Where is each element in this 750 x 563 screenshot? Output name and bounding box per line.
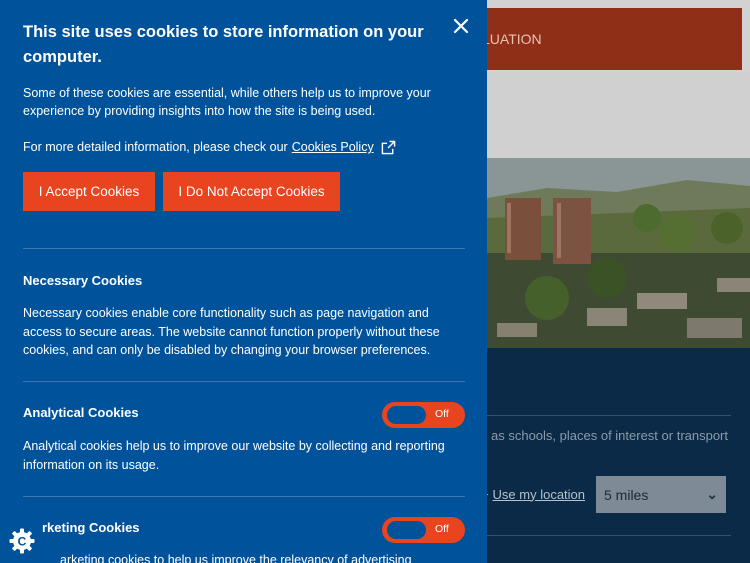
necessary-cookies-description: Necessary cookies enable core functional… [23, 306, 440, 357]
marketing-cookies-description: arketing cookies to help us improve the … [60, 553, 412, 563]
cookie-panel-title: This site uses cookies to store informat… [23, 23, 424, 66]
cookie-consent-panel: This site uses cookies to store informat… [0, 0, 487, 563]
use-location-link[interactable]: ▸ Use my location [482, 486, 585, 502]
necessary-cookies-title: Necessary Cookies [23, 273, 143, 288]
svg-text:C: C [18, 535, 27, 549]
toggle-knob [387, 406, 426, 424]
search-hint-text: as schools, places of interest or transp… [491, 428, 729, 443]
valuation-button[interactable]: LUATION [470, 8, 742, 70]
close-button[interactable] [449, 14, 473, 38]
section-divider [23, 496, 465, 497]
radius-select[interactable]: 5 miles ⌄ [596, 476, 726, 513]
cookie-intro-text: Some of these cookies are essential, whi… [23, 86, 431, 118]
external-link-icon [381, 140, 395, 154]
use-location-label: Use my location [492, 486, 586, 502]
cookie-gear-icon: C [9, 528, 35, 554]
section-divider [23, 248, 465, 249]
toggle-knob [387, 521, 426, 539]
section-divider [23, 381, 465, 382]
marketing-cookies-toggle[interactable]: Off [382, 517, 465, 543]
town-photo [487, 158, 750, 348]
analytical-cookies-toggle[interactable]: Off [382, 402, 465, 428]
close-icon [453, 18, 469, 34]
toggle-state-label: Off [435, 408, 449, 420]
toggle-state-label: Off [435, 523, 449, 535]
accept-cookies-button[interactable]: I Accept Cookies [23, 172, 155, 211]
radius-select-value: 5 miles [604, 486, 649, 503]
chevron-down-icon: ⌄ [706, 486, 718, 502]
marketing-cookies-title: rketing Cookies [42, 520, 140, 535]
policy-prefix-text: For more detailed information, please ch… [23, 140, 288, 154]
cookie-policy-line: For more detailed information, please ch… [23, 138, 396, 156]
analytical-cookies-description: Analytical cookies help us to improve ou… [23, 439, 445, 472]
cookie-settings-button[interactable]: C [7, 526, 37, 556]
cookies-policy-link[interactable]: Cookies Policy [292, 138, 374, 156]
valuation-label: LUATION [482, 31, 542, 47]
background-divider [487, 415, 731, 416]
background-divider [487, 535, 731, 536]
reject-cookies-button[interactable]: I Do Not Accept Cookies [163, 172, 340, 211]
analytical-cookies-title: Analytical Cookies [23, 405, 139, 420]
